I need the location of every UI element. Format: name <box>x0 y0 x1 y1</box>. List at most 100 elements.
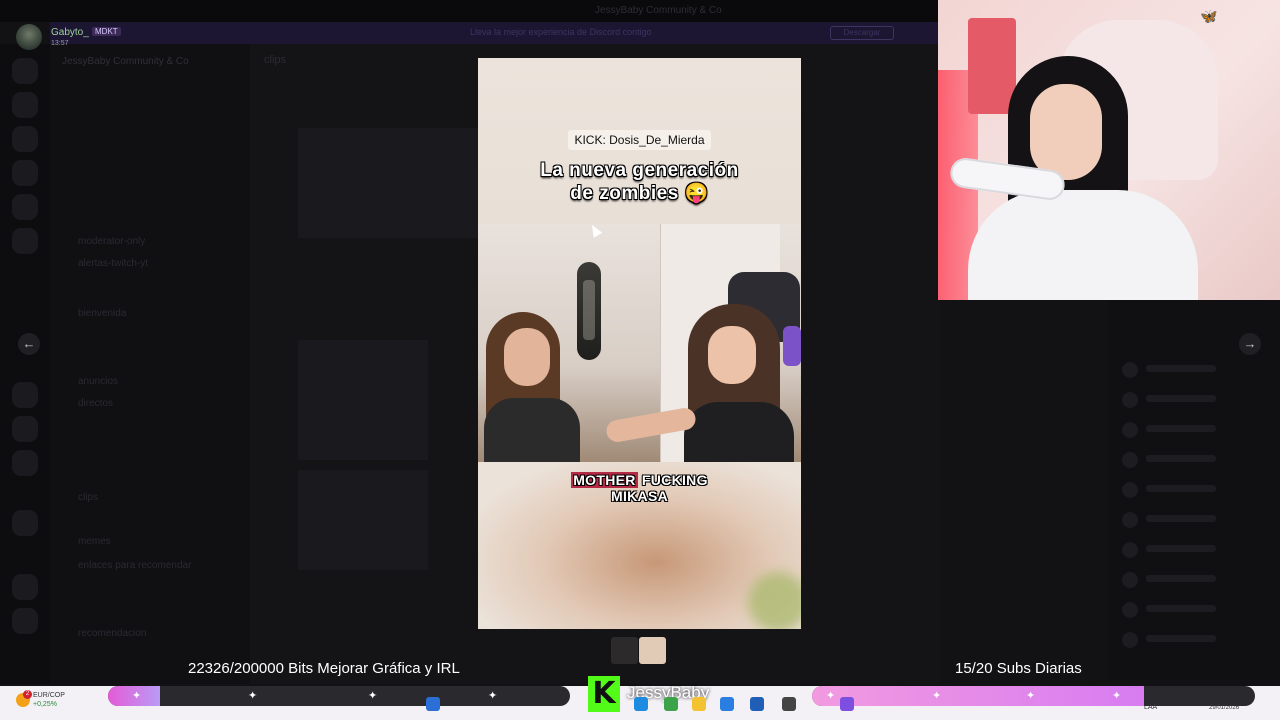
channel-item[interactable]: anuncios <box>78 376 118 387</box>
video-header: KICK: Dosis_De_Mierda La nueva generació… <box>478 58 801 224</box>
system-date[interactable]: 29/01/2026 <box>1209 705 1239 711</box>
face <box>504 328 550 386</box>
member-name <box>1146 395 1216 402</box>
server-icon[interactable] <box>12 58 38 84</box>
channel-item[interactable]: memes <box>78 536 111 547</box>
person-left <box>480 312 580 468</box>
member-name <box>1146 515 1216 522</box>
member-item[interactable] <box>1122 570 1272 590</box>
app-icon[interactable] <box>750 697 764 711</box>
member-name <box>1146 425 1216 432</box>
member-name <box>1146 605 1216 612</box>
start-menu-icon[interactable] <box>426 697 440 711</box>
shelf <box>968 18 1016 114</box>
next-arrow-icon[interactable]: → <box>1239 333 1261 355</box>
previous-arrow-icon[interactable]: ← <box>18 333 40 355</box>
member-item[interactable] <box>1122 510 1272 530</box>
channel-item[interactable]: recomendacion <box>78 628 146 639</box>
video-lower: MOTHER FUCKING MIKASA <box>478 462 801 629</box>
channel-item[interactable]: enlaces para recomendar <box>78 560 191 571</box>
thumbnail[interactable] <box>639 637 666 664</box>
server-icon[interactable] <box>12 160 38 186</box>
channel-item[interactable]: moderator-only <box>78 236 145 247</box>
server-icon[interactable] <box>12 382 38 408</box>
server-icon[interactable] <box>12 92 38 118</box>
server-icon[interactable] <box>12 450 38 476</box>
member-name <box>1146 635 1216 642</box>
keyboard-language[interactable]: LAA <box>1144 704 1157 711</box>
channel-header: clips <box>264 54 287 66</box>
sparkle-icon: ✦ <box>1026 690 1036 702</box>
member-item[interactable] <box>1122 390 1272 410</box>
server-icon[interactable] <box>12 416 38 442</box>
notice-text: Lleva la mejor experiencia de Discord co… <box>470 27 652 37</box>
sparkle-icon: ✦ <box>1112 690 1122 702</box>
member-name <box>1146 455 1216 462</box>
server-list <box>0 44 50 684</box>
author-name[interactable]: Gabyto_ <box>51 27 89 38</box>
member-item[interactable] <box>1122 630 1272 650</box>
app-icon[interactable] <box>840 697 854 711</box>
sparkle-icon: ✦ <box>368 690 378 702</box>
avatar[interactable] <box>16 24 42 50</box>
webcam-overlay: 🦋 <box>938 0 1280 300</box>
member-item[interactable] <box>1122 420 1272 440</box>
video-player[interactable]: KICK: Dosis_De_Mierda La nueva generació… <box>478 58 801 629</box>
member-item[interactable] <box>1122 600 1272 620</box>
channel-item[interactable]: bienvenida <box>78 308 126 319</box>
member-item[interactable] <box>1122 540 1272 560</box>
sparkle-icon: ✦ <box>248 690 258 702</box>
member-item[interactable] <box>1122 360 1272 380</box>
message-attachment[interactable] <box>298 470 428 570</box>
avatar <box>1122 542 1138 558</box>
server-name[interactable]: JessyBaby Community & Co <box>62 56 189 67</box>
edge-browser-icon[interactable] <box>634 697 648 711</box>
channel-item[interactable]: alertas-twitch-yt <box>78 258 148 269</box>
server-icon[interactable] <box>12 608 38 634</box>
member-name <box>1146 545 1216 552</box>
thumbnail[interactable] <box>611 637 638 664</box>
avatar <box>1122 362 1138 378</box>
app-icon[interactable] <box>664 697 678 711</box>
sparkle-icon: ✦ <box>488 690 498 702</box>
server-icon[interactable] <box>12 228 38 254</box>
channel-item[interactable]: directos <box>78 398 113 409</box>
message-attachment[interactable] <box>298 340 428 460</box>
source-tag: KICK: Dosis_De_Mierda <box>568 130 711 150</box>
server-icon[interactable] <box>12 574 38 600</box>
channel-item[interactable]: clips <box>78 492 98 503</box>
subs-progress-fill <box>812 686 1145 706</box>
file-explorer-icon[interactable] <box>692 697 706 711</box>
avatar <box>1122 452 1138 468</box>
avatar <box>1122 632 1138 648</box>
caption-line-2: de zombies 😜 <box>570 183 709 204</box>
butterfly-icon: 🦋 <box>1200 8 1218 24</box>
app-icon[interactable] <box>782 697 796 711</box>
avatar <box>1122 572 1138 588</box>
server-icon[interactable] <box>12 126 38 152</box>
currency-icon: 2 <box>16 690 32 707</box>
member-item[interactable] <box>1122 450 1272 470</box>
body <box>684 402 794 466</box>
server-icon[interactable] <box>12 510 38 536</box>
channel-sidebar: JessyBaby Community & Co moderator-only … <box>50 44 250 684</box>
message-time: 13:57 <box>51 40 69 47</box>
skateboard <box>577 262 601 360</box>
store-icon[interactable] <box>720 697 734 711</box>
notice-download-button[interactable]: Descargar <box>830 26 894 40</box>
avatar <box>1122 602 1138 618</box>
subtitle-highlight: MOTHER <box>571 472 638 488</box>
server-icon[interactable] <box>12 194 38 220</box>
video-caption: La nueva generación de zombies 😜 <box>498 159 781 205</box>
message-attachment[interactable] <box>298 128 478 238</box>
forex-pair: EUR/COP <box>33 692 65 699</box>
blur-spot <box>748 572 801 629</box>
subs-progress-bar: ✦ ✦ ✦ ✦ <box>812 686 1255 706</box>
bits-progress-bar: ✦ ✦ ✦ ✦ <box>108 686 570 706</box>
avatar <box>1122 482 1138 498</box>
face <box>1030 84 1102 180</box>
kick-logo: K <box>588 676 620 712</box>
member-item[interactable] <box>1122 480 1272 500</box>
video-scene <box>478 224 801 468</box>
video-subtitle: MOTHER FUCKING MIKASA <box>548 472 731 504</box>
